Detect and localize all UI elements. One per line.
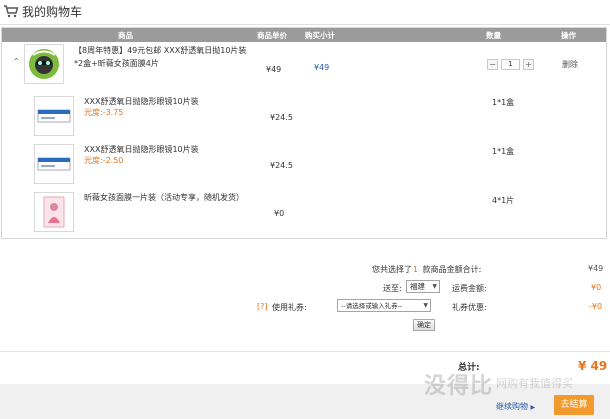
col-unit-price: 商品单价 xyxy=(257,31,287,40)
bundle-image-icon xyxy=(29,49,59,79)
item-thumbnail[interactable] xyxy=(34,144,74,184)
region-value: 福建 xyxy=(410,282,425,291)
lens-box-icon xyxy=(37,109,71,123)
bundle-subtotal: ¥49 xyxy=(314,63,330,72)
selected-summary: 您共选择了1 款商品金额合计: xyxy=(372,264,481,275)
selected-suffix: 款商品金额合计: xyxy=(422,265,482,274)
freight-label: 运费金额: xyxy=(452,284,487,293)
continue-shopping-link[interactable]: 继续购物 ▶ xyxy=(496,401,535,412)
col-product: 商品 xyxy=(118,31,133,40)
coupon-select[interactable]: --请选择或输入礼券-- ▼ xyxy=(337,299,431,312)
coupon-placeholder: --请选择或输入礼券-- xyxy=(341,302,403,310)
face-mask-icon xyxy=(43,196,65,228)
goods-amount: ¥49 xyxy=(588,264,604,273)
region-select[interactable]: 福建 ▼ xyxy=(406,280,440,293)
col-subtotal: 购买小计 xyxy=(305,31,335,40)
item-name[interactable]: XXX舒透氧日抛隐形眼镜10片装 xyxy=(84,144,199,155)
chevron-down-icon: ▼ xyxy=(423,302,428,309)
page-title: 我的购物车 xyxy=(22,5,83,19)
item-spec: 光度:-2.50 xyxy=(84,156,124,165)
item-thumbnail[interactable] xyxy=(34,96,74,136)
bundle-title-line2[interactable]: *2盒+昕薇女孩面膜4片 xyxy=(74,58,159,69)
col-action: 操作 xyxy=(561,31,576,40)
bundle-unit-price: ¥49 xyxy=(266,65,282,74)
arrow-right-icon: ▶ xyxy=(530,404,536,411)
quantity-minus-button[interactable]: − xyxy=(487,59,498,70)
item-price: ¥24.5 xyxy=(270,161,293,170)
item-qty: 1*1盒 xyxy=(492,98,515,107)
delete-link[interactable]: 删除 xyxy=(562,59,578,70)
item-name[interactable]: 昕薇女孩面膜一片装（活动专享，随机发货） xyxy=(84,192,244,203)
bundle-title-line1[interactable]: 【8周年特惠】49元包邮 XXX舒透氧日抛10片装 xyxy=(74,45,246,56)
item-thumbnail[interactable] xyxy=(34,192,74,232)
selected-prefix: 您共选择了 xyxy=(372,265,412,274)
ship-to-label: 送至: xyxy=(383,284,402,293)
item-qty: 4*1片 xyxy=(492,196,515,205)
table-header: 商品 商品单价 购买小计 数量 操作 xyxy=(2,28,606,42)
item-price: ¥0 xyxy=(274,209,285,218)
divider xyxy=(0,24,610,25)
item-spec: 光度:-3.75 xyxy=(84,108,124,117)
watermark-slogan: 网购有我值得买 xyxy=(496,377,573,390)
quantity-input[interactable]: 1 xyxy=(501,59,520,70)
chevron-down-icon: ▼ xyxy=(432,283,437,290)
watermark-logo: 没得比 xyxy=(424,374,494,399)
coupon-label: 使用礼券: xyxy=(272,303,307,312)
col-quantity: 数量 xyxy=(486,31,501,40)
item-name[interactable]: XXX舒透氧日抛隐形眼镜10片装 xyxy=(84,96,199,107)
item-qty: 1*1盒 xyxy=(492,147,515,156)
chevron-up-icon[interactable]: ⌃ xyxy=(13,57,20,66)
coupon-help-link[interactable]: [?] xyxy=(257,302,268,311)
checkout-button[interactable]: 去结算 xyxy=(554,395,594,415)
lens-box-icon xyxy=(37,157,71,171)
confirm-coupon-button[interactable]: 确定 xyxy=(413,319,435,331)
item-price: ¥24.5 xyxy=(270,113,293,122)
divider xyxy=(0,351,610,352)
quantity-plus-button[interactable]: + xyxy=(523,59,534,70)
coupon-discount-value: -¥0 xyxy=(589,302,603,311)
cart-icon xyxy=(4,5,19,18)
bundle-thumbnail[interactable] xyxy=(24,44,64,84)
continue-shopping-label: 继续购物 xyxy=(496,402,528,411)
coupon-discount-label: 礼券优惠: xyxy=(452,303,487,312)
total-value: ¥ 49 xyxy=(578,359,608,373)
selected-count: 1 xyxy=(413,265,419,274)
freight-value: ¥0 xyxy=(591,283,602,292)
